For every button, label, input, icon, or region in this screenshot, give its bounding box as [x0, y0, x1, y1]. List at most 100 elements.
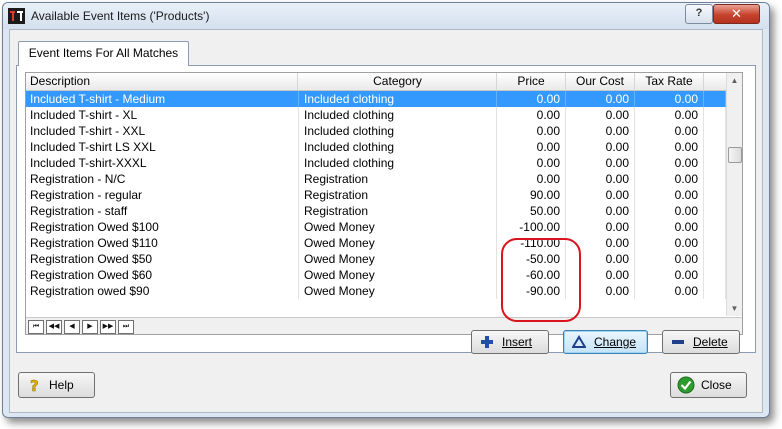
table-row[interactable]: Included T-shirt - XXL Included clothing 0…	[26, 123, 726, 139]
cell-description: Included T-shirt LS XXL	[26, 139, 299, 155]
cell-description: Registration Owed $60	[26, 267, 299, 283]
nav-prev-icon[interactable]: ◀	[64, 320, 80, 334]
cell-price: 0.00	[497, 91, 566, 107]
title-bar[interactable]: Available Event Items ('Products') ? ✕	[3, 3, 769, 29]
cell-our-cost: 0.00	[566, 203, 635, 219]
question-icon: ?	[695, 7, 703, 19]
cell-filler	[704, 283, 726, 299]
nav-first-icon[interactable]: ⏮	[28, 320, 44, 334]
delete-button-label: Delete	[693, 335, 728, 349]
help-button[interactable]: ? Help	[18, 372, 95, 398]
cell-description: Registration - staff	[26, 203, 299, 219]
table-row[interactable]: Registration Owed $60 Owed Money -60.00 0.0…	[26, 267, 726, 283]
cell-description: Included T-shirt - XXL	[26, 123, 299, 139]
close-button[interactable]: Close	[670, 372, 747, 398]
table-row[interactable]: Registration - staff Registration 50.00 0.0…	[26, 203, 726, 219]
cell-category: Registration	[299, 171, 497, 187]
items-grid: Description Category Price Our Cost Tax …	[25, 72, 743, 335]
change-button[interactable]: Change	[563, 330, 648, 354]
column-header-category[interactable]: Category	[299, 73, 497, 90]
cell-price: 0.00	[497, 107, 566, 123]
cell-description: Registration Owed $100	[26, 219, 299, 235]
cell-tax-rate: 0.00	[635, 219, 704, 235]
vertical-scrollbar[interactable]: ▲ ▼	[726, 73, 742, 316]
insert-button[interactable]: Insert	[471, 330, 549, 354]
table-row[interactable]: Included T-shirt-XXXL Included clothing 0.…	[26, 155, 726, 171]
cell-category: Owed Money	[299, 251, 497, 267]
table-row[interactable]: Included T-shirt - Medium Included clothi…	[26, 91, 726, 107]
close-window-button[interactable]: ✕	[713, 4, 760, 24]
cell-our-cost: 0.00	[566, 251, 635, 267]
grid-header: Description Category Price Our Cost Tax …	[26, 73, 726, 91]
cell-description: Registration - regular	[26, 187, 299, 203]
cell-tax-rate: 0.00	[635, 283, 704, 299]
window-title: Available Event Items ('Products')	[31, 9, 210, 23]
cell-price: 90.00	[497, 187, 566, 203]
column-header-description[interactable]: Description	[26, 73, 298, 90]
cell-description: Included T-shirt - Medium	[26, 91, 299, 107]
column-header-our-cost[interactable]: Our Cost	[566, 73, 635, 90]
cell-price: 0.00	[497, 155, 566, 171]
cell-our-cost: 0.00	[566, 139, 635, 155]
cell-price: -90.00	[497, 283, 566, 299]
cell-tax-rate: 0.00	[635, 155, 704, 171]
table-row[interactable]: Registration Owed $50 Owed Money -50.00 0.0…	[26, 251, 726, 267]
tab-event-items-all-matches[interactable]: Event Items For All Matches	[18, 41, 189, 66]
help-button-label: Help	[49, 378, 74, 392]
scroll-up-icon[interactable]: ▲	[727, 73, 742, 88]
table-row[interactable]: Included T-shirt LS XXL Included clothing…	[26, 139, 726, 155]
cell-description: Registration owed $90	[26, 283, 299, 299]
delete-button[interactable]: Delete	[662, 330, 740, 354]
table-row[interactable]: Included T-shirt - XL Included clothing 0.…	[26, 107, 726, 123]
cell-our-cost: 0.00	[566, 235, 635, 251]
nav-last-icon[interactable]: ⏭	[118, 320, 134, 334]
cell-our-cost: 0.00	[566, 283, 635, 299]
cell-price: -110.00	[497, 235, 566, 251]
close-button-label: Close	[701, 378, 732, 392]
table-row[interactable]: Registration Owed $100 Owed Money -100.00 0…	[26, 219, 726, 235]
table-row[interactable]: Registration - regular Registration 90.00 0…	[26, 187, 726, 203]
cell-our-cost: 0.00	[566, 107, 635, 123]
plus-icon	[481, 336, 493, 348]
cell-tax-rate: 0.00	[635, 187, 704, 203]
cell-our-cost: 0.00	[566, 187, 635, 203]
scroll-thumb[interactable]	[728, 147, 742, 163]
cell-tax-rate: 0.00	[635, 171, 704, 187]
column-header-price[interactable]: Price	[497, 73, 566, 90]
cell-tax-rate: 0.00	[635, 235, 704, 251]
cell-category: Included clothing	[299, 139, 497, 155]
cell-description: Registration Owed $50	[26, 251, 299, 267]
cell-category: Owed Money	[299, 283, 497, 299]
cell-price: 0.00	[497, 139, 566, 155]
cell-category: Owed Money	[299, 267, 497, 283]
table-row[interactable]: Registration - N/C Registration 0.00 0.00 0.…	[26, 171, 726, 187]
cell-our-cost: 0.00	[566, 155, 635, 171]
table-row[interactable]: Registration Owed $110 Owed Money -110.00 0…	[26, 235, 726, 251]
cell-filler	[704, 203, 726, 219]
cell-category: Registration	[299, 203, 497, 219]
help-title-button[interactable]: ?	[685, 4, 713, 24]
close-icon: ✕	[731, 6, 742, 21]
cell-our-cost: 0.00	[566, 267, 635, 283]
nav-next-page-icon[interactable]: ▶▶	[100, 320, 116, 334]
cell-tax-rate: 0.00	[635, 251, 704, 267]
table-row[interactable]: Registration owed $90 Owed Money -90.00 0.0…	[26, 283, 726, 299]
cell-filler	[704, 251, 726, 267]
cell-description: Registration - N/C	[26, 171, 299, 187]
dialog-client-area: Event Items For All Matches Description …	[9, 29, 763, 413]
cell-tax-rate: 0.00	[635, 123, 704, 139]
change-button-label: Change	[594, 335, 637, 349]
nav-prev-page-icon[interactable]: ◀◀	[46, 320, 62, 334]
svg-text:?: ?	[30, 377, 39, 393]
column-header-tax-rate[interactable]: Tax Rate	[635, 73, 704, 90]
scroll-down-icon[interactable]: ▼	[727, 301, 742, 316]
cell-filler	[704, 107, 726, 123]
nav-next-icon[interactable]: ▶	[82, 320, 98, 334]
cell-price: -60.00	[497, 267, 566, 283]
cell-price: -50.00	[497, 251, 566, 267]
cell-tax-rate: 0.00	[635, 107, 704, 123]
tab-panel: Description Category Price Our Cost Tax …	[16, 65, 756, 353]
cell-category: Registration	[299, 187, 497, 203]
cell-our-cost: 0.00	[566, 219, 635, 235]
cell-filler	[704, 123, 726, 139]
